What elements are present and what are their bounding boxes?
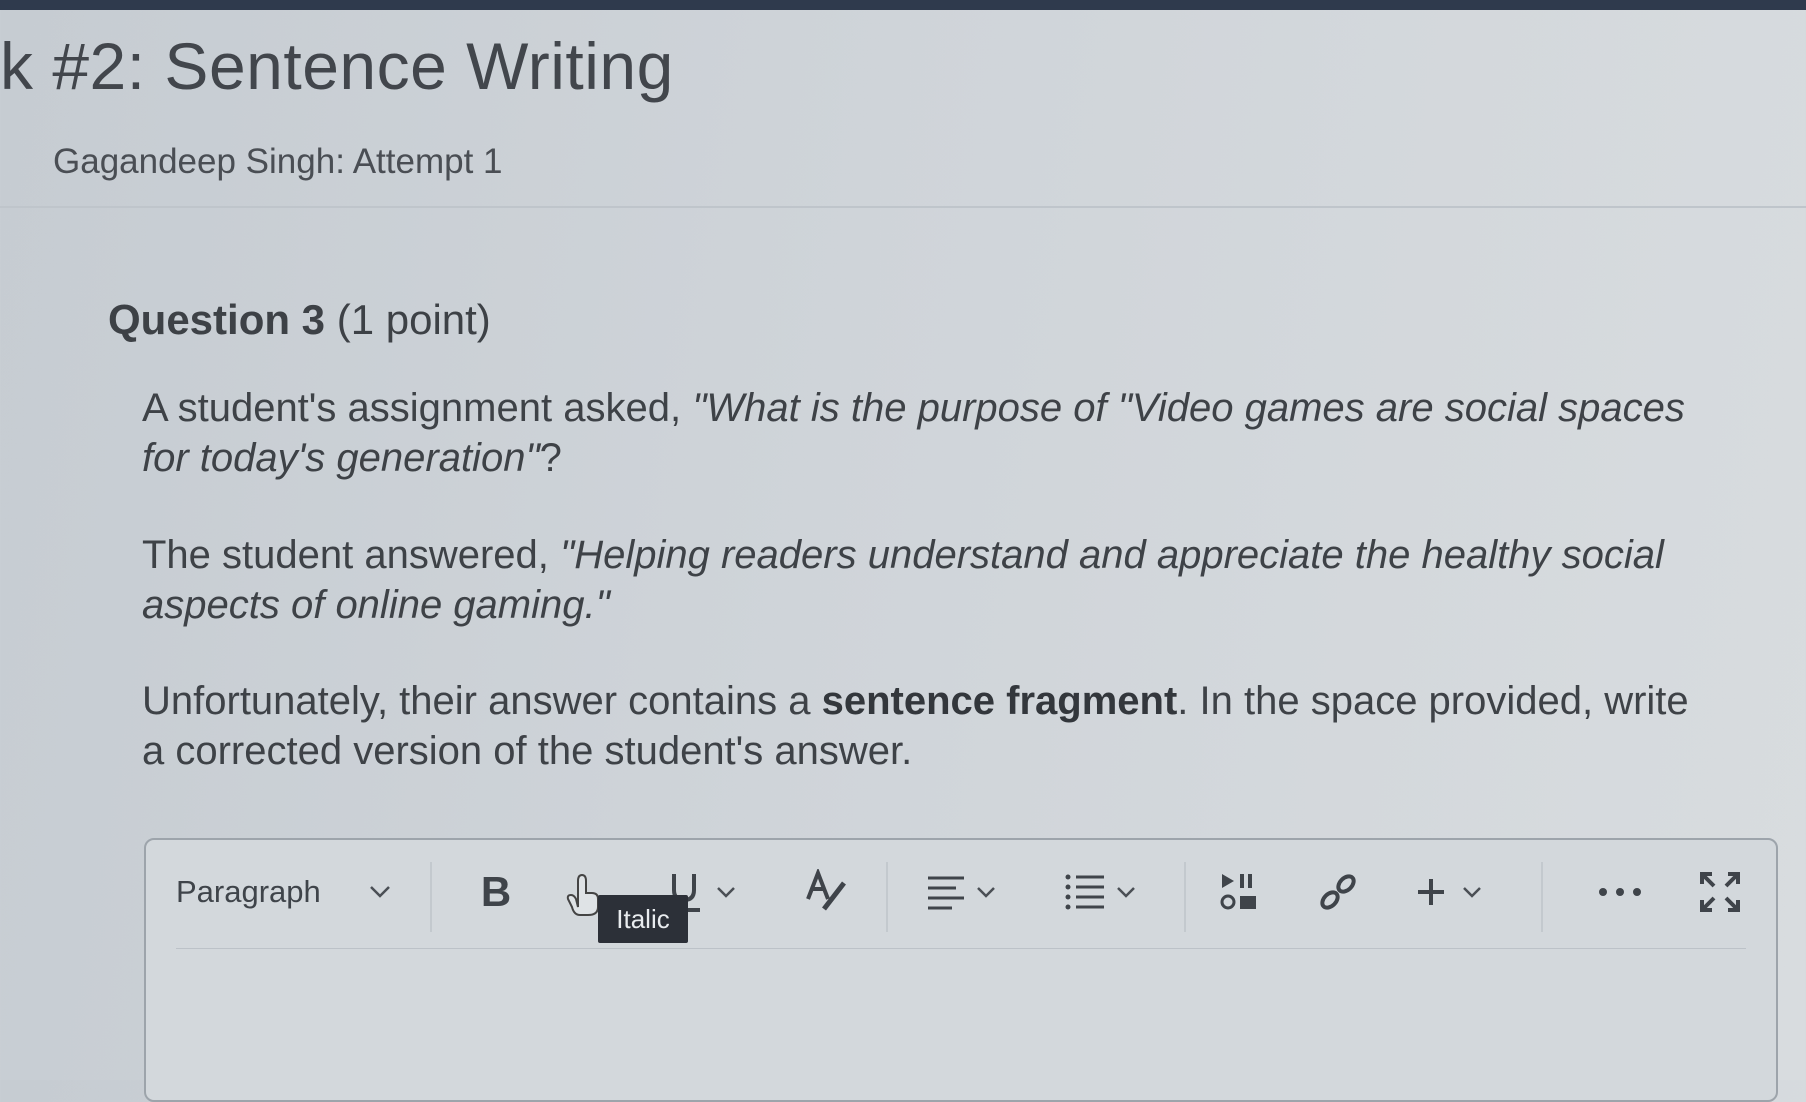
align-icon <box>926 872 966 912</box>
rich-text-editor[interactable]: Paragraph B <box>144 838 1778 1102</box>
media-icon <box>1218 870 1262 914</box>
insert-button[interactable] <box>1414 862 1504 922</box>
header-divider <box>0 206 1806 208</box>
question-number: Question 3 <box>108 296 326 343</box>
chevron-down-icon <box>716 886 736 898</box>
instruction: Unfortunately, their answer contains a s… <box>142 676 1702 776</box>
bold-icon: B <box>480 868 512 915</box>
toolbar-separator <box>1541 862 1543 932</box>
toolbar-separator <box>1184 862 1186 932</box>
top-bar <box>0 0 1806 10</box>
answer-prefix: The student answered, <box>142 533 561 577</box>
toolbar-divider <box>176 948 1746 949</box>
chevron-down-icon <box>976 886 996 898</box>
text-color-button[interactable] <box>804 862 854 922</box>
paragraph-format-select[interactable]: Paragraph <box>176 862 406 922</box>
link-icon <box>1316 870 1360 914</box>
page-title: k #2: Sentence Writing <box>0 29 674 103</box>
chevron-down-icon <box>369 885 391 899</box>
list-icon <box>1064 871 1106 913</box>
question-heading: Question 3 (1 point) <box>108 296 491 344</box>
attempt-label: Gagandeep Singh: Attempt 1 <box>53 142 503 181</box>
paragraph-format-label: Paragraph <box>176 874 321 909</box>
question-prompt: A student's assignment asked, "What is t… <box>142 383 1702 483</box>
instruction-prefix: Unfortunately, their answer contains a <box>142 679 822 723</box>
chevron-down-icon <box>1462 886 1482 898</box>
text-color-icon <box>804 869 850 915</box>
chevron-down-icon <box>1116 886 1136 898</box>
toolbar-separator <box>430 862 432 932</box>
more-icon <box>1598 887 1642 897</box>
italic-tooltip: Italic <box>598 895 688 943</box>
student-answer: The student answered, "Helping readers u… <box>142 530 1702 630</box>
list-button[interactable] <box>1064 862 1154 922</box>
link-button[interactable] <box>1316 862 1366 922</box>
instruction-bold: sentence fragment <box>821 679 1178 723</box>
prompt-prefix: A student's assignment asked, <box>142 386 693 430</box>
toolbar-separator <box>886 862 888 932</box>
plus-icon <box>1414 875 1448 909</box>
editor-toolbar: Paragraph B <box>146 840 1776 950</box>
fullscreen-button[interactable] <box>1698 862 1748 922</box>
bold-button[interactable]: B <box>471 862 521 922</box>
media-button[interactable] <box>1218 862 1268 922</box>
prompt-suffix: ? <box>539 436 562 480</box>
fullscreen-icon <box>1698 870 1742 914</box>
align-button[interactable] <box>926 862 1016 922</box>
more-button[interactable] <box>1598 862 1648 922</box>
question-points: (1 point) <box>336 296 491 343</box>
